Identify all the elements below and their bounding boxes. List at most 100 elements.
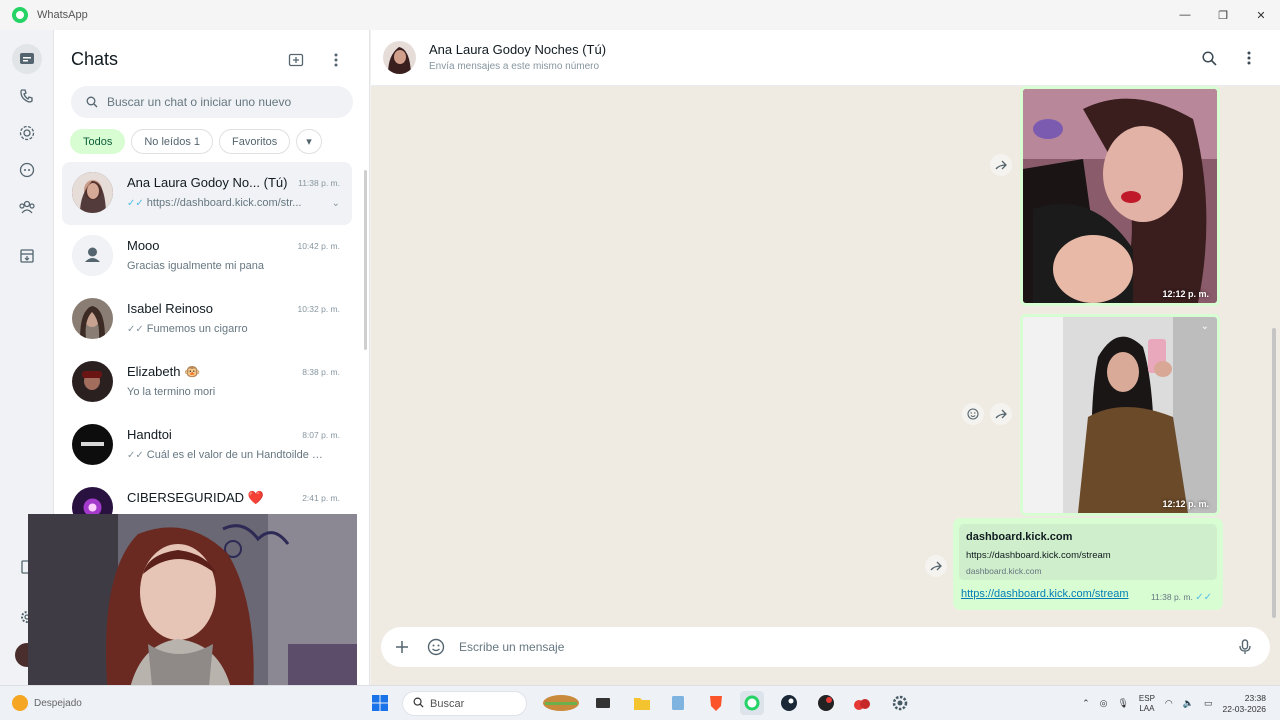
chat-rows: Ana Laura Godoy No... (Tú) 11:38 p. m. ✓…: [62, 162, 352, 540]
chat-search[interactable]: [71, 86, 353, 118]
filter-favorites[interactable]: Favoritos: [219, 129, 291, 154]
chat-time: 10:32 p. m.: [297, 304, 340, 314]
avatar[interactable]: [383, 41, 416, 74]
attach-plus-icon[interactable]: [385, 630, 419, 664]
message-time: 12:12 p. m.: [1162, 289, 1209, 299]
window-controls: — ❐ ✕: [1166, 0, 1280, 30]
chat-time: 2:41 p. m.: [302, 493, 340, 503]
emoji-icon[interactable]: [419, 630, 453, 664]
wifi-icon[interactable]: ◠: [1165, 698, 1173, 709]
webcam-video: [28, 514, 357, 697]
settings-gear-icon[interactable]: [888, 691, 912, 715]
widget-burger-icon[interactable]: [540, 691, 582, 715]
tray-app-icon[interactable]: ◎: [1100, 698, 1108, 709]
link-preview-title: dashboard.kick.com: [966, 531, 1073, 543]
chat-row[interactable]: Mooo 10:42 p. m. Gracias igualmente mi p…: [62, 225, 352, 288]
chat-list-scrollbar[interactable]: [364, 170, 367, 350]
notepad-icon[interactable]: [666, 691, 690, 715]
file-explorer-icon[interactable]: [630, 691, 654, 715]
message-link[interactable]: https://dashboard.kick.com/stream: [961, 588, 1129, 600]
image-message[interactable]: 12:12 p. m. ⌄: [1020, 314, 1220, 516]
chevron-down-icon[interactable]: ⌄: [1201, 321, 1209, 332]
chat-preview: Gracias igualmente mi pana: [127, 260, 264, 272]
filter-more-chevron-icon[interactable]: ▾: [296, 129, 322, 154]
chat-time: 8:07 p. m.: [302, 430, 340, 440]
microphone-icon[interactable]: [1228, 630, 1262, 664]
chat-row[interactable]: Handtoi 8:07 p. m. ✓✓ Cuál es el valor de…: [62, 414, 352, 477]
taskbar: Despejado Buscar ⌃ ◎ 🎙 ESP LAA ◠ 🔈 ▭ 23:…: [0, 685, 1280, 720]
whatsapp-logo-icon: [12, 7, 28, 23]
chat-row[interactable]: Ana Laura Godoy No... (Tú) 11:38 p. m. ✓…: [62, 162, 352, 225]
cherries-app-icon[interactable]: [850, 691, 874, 715]
close-button[interactable]: ✕: [1242, 0, 1280, 30]
link-preview-domain: dashboard.kick.com: [966, 566, 1042, 576]
taskbar-search-label: Buscar: [430, 697, 465, 710]
forward-icon[interactable]: [990, 154, 1012, 176]
language-indicator[interactable]: ESP LAA: [1139, 694, 1155, 714]
calls-icon[interactable]: [12, 81, 42, 111]
channels-icon[interactable]: [12, 155, 42, 185]
link-preview-card[interactable]: dashboard.kick.com https://dashboard.kic…: [959, 524, 1217, 580]
start-icon[interactable]: [368, 691, 392, 715]
forward-icon[interactable]: [925, 555, 947, 577]
forward-icon[interactable]: [990, 403, 1012, 425]
link-preview-url: https://dashboard.kick.com/stream: [966, 550, 1111, 561]
steam-icon[interactable]: [777, 691, 801, 715]
app-icon[interactable]: [814, 691, 838, 715]
image-message[interactable]: 12:12 p. m.: [1020, 86, 1220, 306]
brave-browser-icon[interactable]: [704, 691, 728, 715]
avatar: [72, 424, 113, 465]
menu-icon[interactable]: [324, 48, 348, 72]
volume-icon[interactable]: 🔈: [1183, 698, 1194, 709]
filter-unread[interactable]: No leídos 1: [131, 129, 214, 154]
avatar: [72, 172, 113, 213]
chat-time: 11:38 p. m.: [298, 178, 340, 188]
chat-name: Ana Laura Godoy No... (Tú): [127, 175, 288, 190]
archived-icon[interactable]: [12, 241, 42, 271]
conversation-subtitle: Envía mensajes a este mismo número: [429, 61, 600, 72]
chat-row[interactable]: Elizabeth 🐵 8:38 p. m. Yo la termino mor…: [62, 351, 352, 414]
system-tray: ⌃ ◎ 🎙 ESP LAA ◠ 🔈 ▭ 23:38 22-03-2026: [1082, 691, 1266, 716]
chat-preview: ✓✓ https://dashboard.kick.com/str...: [127, 197, 302, 209]
battery-icon[interactable]: ▭: [1204, 698, 1213, 709]
conversation-header[interactable]: Ana Laura Godoy Noches (Tú) Envía mensaj…: [371, 30, 1280, 86]
photo: [1023, 317, 1217, 513]
minimize-button[interactable]: —: [1166, 0, 1204, 30]
weather-widget[interactable]: Despejado: [12, 695, 82, 711]
menu-icon[interactable]: [1237, 46, 1261, 70]
chat-time: 10:42 p. m.: [297, 241, 340, 251]
tray-mic-icon[interactable]: 🎙: [1117, 698, 1128, 709]
chat-name: CIBERSEGURIDAD ❤️: [127, 490, 264, 505]
chat-row[interactable]: Isabel Reinoso 10:32 p. m. ✓✓ Fumemos un …: [62, 288, 352, 351]
tray-chevron-up-icon[interactable]: ⌃: [1082, 698, 1090, 709]
status-icon[interactable]: [12, 118, 42, 148]
conversation-scrollbar[interactable]: [1272, 328, 1276, 618]
task-view-icon[interactable]: [591, 691, 615, 715]
communities-icon[interactable]: [12, 192, 42, 222]
search-icon: [413, 695, 424, 713]
maximize-button[interactable]: ❐: [1204, 0, 1242, 30]
message-composer: [381, 627, 1270, 667]
message-time: 12:12 p. m.: [1162, 499, 1209, 509]
title-bar: WhatsApp — ❐ ✕: [0, 0, 1280, 30]
search-icon[interactable]: [1197, 46, 1221, 70]
avatar: [72, 235, 113, 276]
read-ticks-icon: ✓✓: [127, 324, 144, 335]
chat-name: Handtoi: [127, 427, 172, 442]
app-title: WhatsApp: [37, 9, 88, 21]
search-input[interactable]: [107, 95, 337, 109]
read-ticks-icon: ✓✓: [127, 198, 144, 209]
chevron-down-icon[interactable]: ⌄: [332, 198, 340, 209]
message-time: 11:38 p. m. ✓✓: [1150, 592, 1212, 603]
link-message[interactable]: dashboard.kick.com https://dashboard.kic…: [953, 518, 1223, 610]
filter-todos[interactable]: Todos: [70, 129, 126, 154]
emoji-react-icon[interactable]: [962, 403, 984, 425]
search-icon: [77, 96, 107, 108]
clock[interactable]: 23:38 22-03-2026: [1223, 693, 1266, 715]
taskbar-search[interactable]: Buscar: [402, 691, 527, 716]
whatsapp-taskbar-icon[interactable]: [740, 691, 764, 715]
message-input[interactable]: [459, 640, 1228, 654]
filter-chips: Todos No leídos 1 Favoritos ▾: [70, 129, 322, 154]
new-chat-icon[interactable]: [284, 48, 308, 72]
chats-icon[interactable]: [12, 44, 42, 74]
